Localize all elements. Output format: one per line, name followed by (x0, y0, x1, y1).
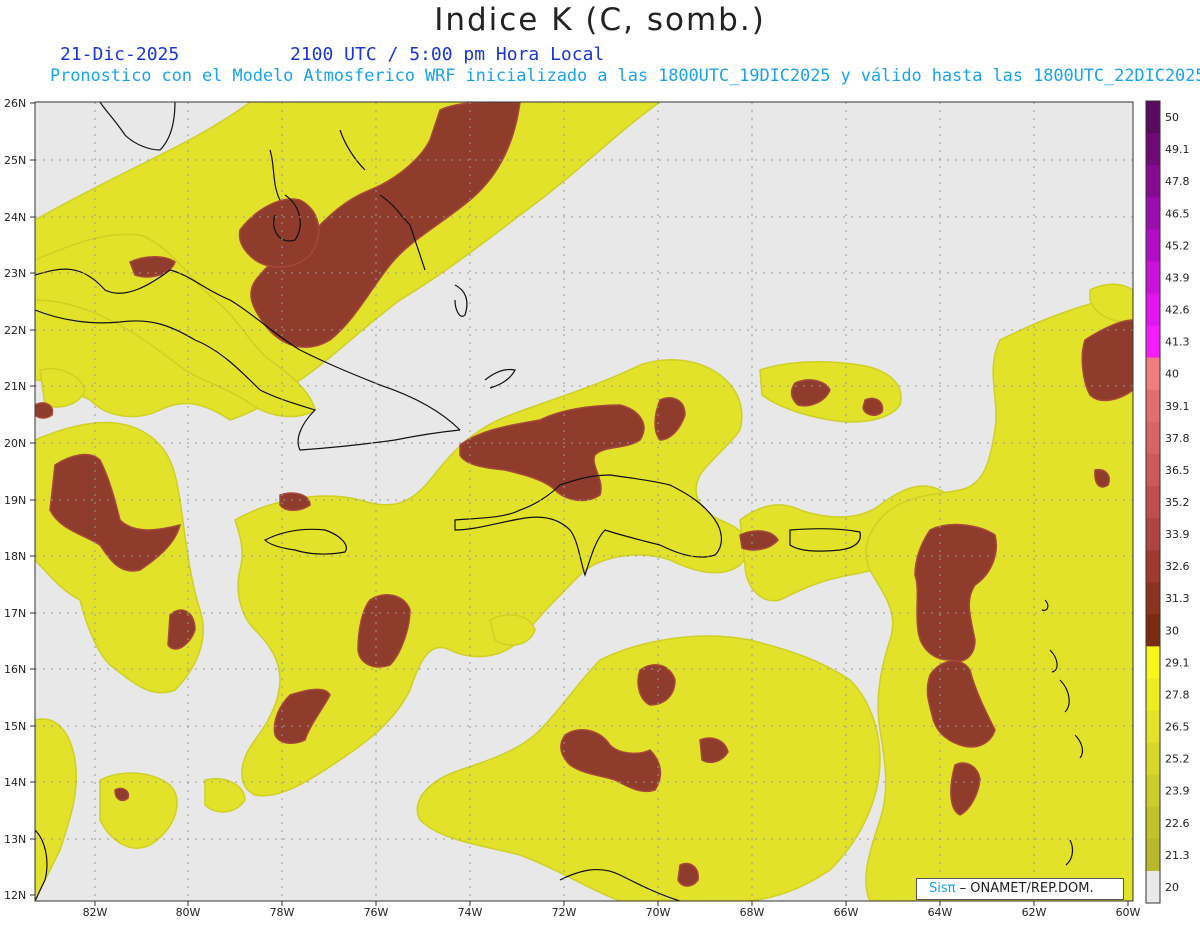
legend-swatch (1146, 742, 1160, 776)
legend-swatch (1146, 614, 1160, 647)
legend-label: 42.6 (1165, 304, 1190, 317)
lat-label: 12N (4, 889, 26, 902)
legend-swatch (1146, 485, 1160, 519)
lat-label: 15N (4, 720, 26, 733)
credit-box: Sisπ – ONAMET/REP.DOM. (916, 878, 1124, 900)
legend-label: 46.5 (1165, 207, 1190, 220)
lat-label: 19N (4, 494, 26, 507)
k-high-region-small-c (1094, 468, 1110, 488)
lat-label: 25N (4, 154, 26, 167)
legend-swatch (1146, 133, 1160, 166)
color-legend (1145, 100, 1161, 904)
legend-swatch (1146, 870, 1160, 904)
legend-label: 29.1 (1165, 656, 1190, 669)
lat-label: 18N (4, 550, 26, 563)
lon-label: 70W (646, 906, 671, 919)
legend-swatch (1146, 357, 1160, 391)
legend-swatch (1146, 646, 1160, 679)
lat-label: 23N (4, 267, 26, 280)
legend-swatch (1146, 678, 1160, 712)
k-high-region-south-4 (677, 862, 699, 887)
legend-label: 40 (1165, 368, 1179, 381)
legend-label: 27.8 (1165, 688, 1190, 701)
lat-label: 20N (4, 437, 26, 450)
legend-swatch (1146, 774, 1160, 808)
legend-label: 25.2 (1165, 753, 1190, 766)
lat-axis: 26N 25N 24N 23N 22N 21N 20N 19N 18N 17N … (4, 97, 26, 902)
legend-swatch (1146, 389, 1160, 423)
legend-label: 49.1 (1165, 143, 1190, 156)
lon-label: 68W (740, 906, 765, 919)
legend-label: 21.3 (1165, 849, 1190, 862)
k-high-region-small-d (114, 787, 130, 802)
legend-swatch (1146, 838, 1160, 872)
legend-label: 31.3 (1165, 592, 1190, 605)
legend-label: 20 (1165, 881, 1179, 894)
legend-swatch (1146, 165, 1160, 198)
legend-swatch (1146, 710, 1160, 744)
legend-swatch (1146, 293, 1160, 327)
legend-label: 35.2 (1165, 496, 1190, 509)
legend-swatch (1146, 421, 1160, 455)
field-region-small-2 (489, 614, 536, 646)
lon-label: 76W (364, 906, 389, 919)
lat-label: 17N (4, 607, 26, 620)
legend-swatch (1146, 518, 1160, 551)
lon-label: 74W (458, 906, 483, 919)
legend-swatch (1146, 197, 1160, 230)
legend-label: 50 (1165, 111, 1179, 124)
lat-label: 16N (4, 663, 26, 676)
k-high-region-ne-small (862, 397, 884, 416)
legend-swatch (1146, 806, 1160, 840)
legend-label: 30 (1165, 624, 1179, 637)
legend-swatch (1146, 325, 1160, 359)
sistpi-logo: Sisπ (929, 881, 956, 896)
lat-label: 24N (4, 211, 26, 224)
lat-ticks (30, 102, 35, 896)
legend-label: 41.3 (1165, 336, 1190, 349)
lat-label: 13N (4, 833, 26, 846)
lon-label: 72W (552, 906, 577, 919)
lon-ticks (94, 901, 1129, 906)
lon-label: 80W (176, 906, 201, 919)
legend-label: 32.6 (1165, 560, 1190, 573)
legend-label: 39.1 (1165, 400, 1190, 413)
lat-label: 14N (4, 776, 26, 789)
lon-label: 60W (1116, 906, 1141, 919)
k-index-map: 26N 25N 24N 23N 22N 21N 20N 19N 18N 17N … (4, 97, 1190, 919)
legend-swatch (1146, 261, 1160, 294)
legend-label: 22.6 (1165, 817, 1190, 830)
lat-label: 21N (4, 380, 26, 393)
legend-label: 45.2 (1165, 239, 1190, 252)
legend-label: 26.5 (1165, 721, 1190, 734)
legend-swatch (1146, 582, 1160, 615)
legend-swatch (1146, 453, 1160, 487)
legend-swatch (1146, 229, 1160, 262)
lon-label: 82W (83, 906, 108, 919)
lat-label: 26N (4, 97, 26, 110)
credit-org: – ONAMET/REP.DOM. (959, 881, 1094, 896)
legend-label: 36.5 (1165, 464, 1190, 477)
lon-label: 66W (834, 906, 859, 919)
legend-swatch (1146, 101, 1160, 134)
lon-axis: 82W 80W 78W 76W 74W 72W 70W 68W 66W 64W … (83, 906, 1141, 919)
lon-label: 64W (928, 906, 953, 919)
legend-label: 33.9 (1165, 528, 1190, 541)
lat-label: 22N (4, 324, 26, 337)
legend-label: 43.9 (1165, 271, 1190, 284)
color-legend-labels: 50 49.1 47.8 46.5 45.2 43.9 42.6 41.3 40 39.1 37.8… (1165, 111, 1190, 894)
legend-swatch (1146, 550, 1160, 583)
legend-label: 23.9 (1165, 785, 1190, 798)
legend-label: 47.8 (1165, 175, 1190, 188)
k-high-region-small-b (35, 402, 54, 419)
lon-label: 62W (1022, 906, 1047, 919)
legend-label: 37.8 (1165, 432, 1190, 445)
lon-label: 78W (270, 906, 295, 919)
